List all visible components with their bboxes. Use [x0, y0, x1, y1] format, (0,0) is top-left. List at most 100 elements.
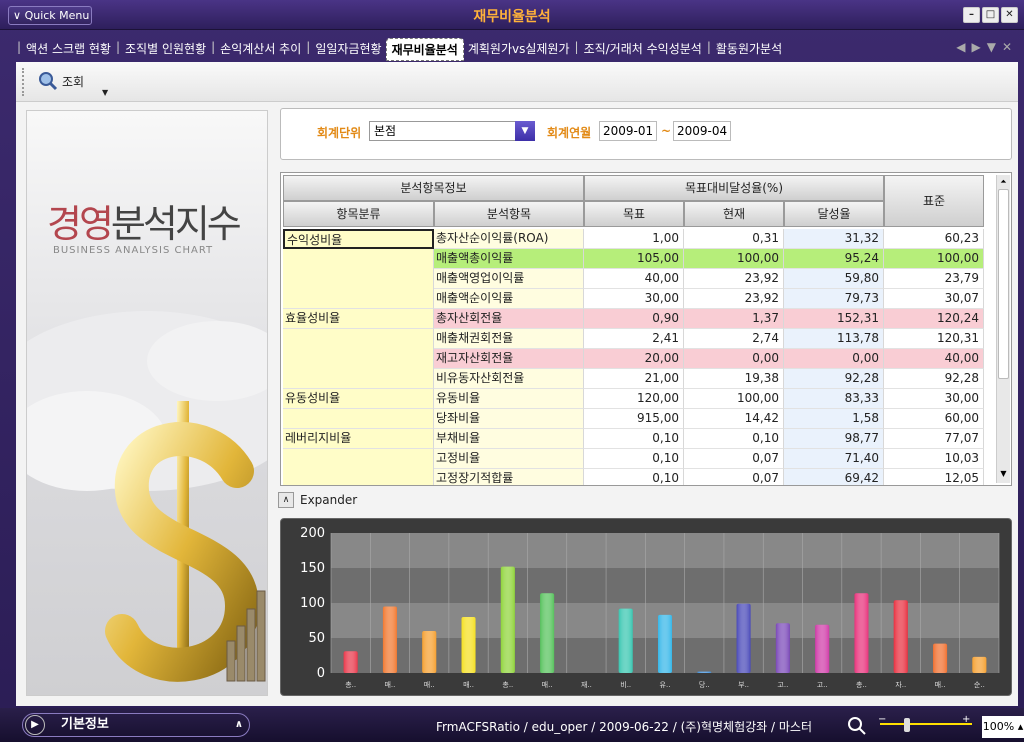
cell-current[interactable]: 2,74: [684, 329, 784, 349]
zoom-percent[interactable]: 100% ▴: [982, 716, 1024, 738]
cell-standard[interactable]: 92,28: [884, 369, 984, 389]
cell-current[interactable]: 23,92: [684, 269, 784, 289]
cell-item[interactable]: 고정장기적합률: [434, 469, 584, 485]
table-row[interactable]: 매출액순이익률 30,00 23,92 79,73 30,07: [283, 289, 984, 309]
period-from-input[interactable]: 2009-01: [599, 121, 657, 141]
cell-item[interactable]: 매출채권회전율: [434, 329, 584, 349]
cell-rate[interactable]: 1,58: [784, 409, 884, 429]
scroll-thumb[interactable]: [998, 189, 1009, 379]
header-item[interactable]: 분석항목: [434, 201, 584, 227]
tab-next-icon[interactable]: ▶: [971, 40, 980, 54]
cell-category[interactable]: [283, 329, 434, 349]
cell-target[interactable]: 105,00: [584, 249, 684, 269]
toolbar-dropdown-icon[interactable]: ▼: [102, 88, 108, 97]
chevron-up-icon[interactable]: ∧: [278, 492, 294, 508]
basic-info-button[interactable]: ▶ 기본정보 ∧: [22, 713, 250, 737]
table-row[interactable]: 비유동자산회전율 21,00 19,38 92,28 92,28: [283, 369, 984, 389]
cell-rate[interactable]: 59,80: [784, 269, 884, 289]
cell-item[interactable]: 부채비율: [434, 429, 584, 449]
cell-category[interactable]: [283, 349, 434, 369]
cell-current[interactable]: 0,07: [684, 449, 784, 469]
cell-standard[interactable]: 100,00: [884, 249, 984, 269]
close-button[interactable]: ✕: [1001, 7, 1018, 23]
cell-target[interactable]: 0,10: [584, 449, 684, 469]
cell-current[interactable]: 14,42: [684, 409, 784, 429]
table-row[interactable]: 당좌비율 915,00 14,42 1,58 60,00: [283, 409, 984, 429]
tab-5[interactable]: 계획원가vs실제원가: [464, 40, 574, 61]
table-row[interactable]: 매출채권회전율 2,41 2,74 113,78 120,31: [283, 329, 984, 349]
cell-category[interactable]: 레버리지비율: [283, 429, 434, 449]
cell-rate[interactable]: 79,73: [784, 289, 884, 309]
tab-1[interactable]: 조직별 인원현황: [121, 40, 210, 61]
cell-current[interactable]: 1,37: [684, 309, 784, 329]
cell-rate[interactable]: 31,32: [784, 229, 884, 249]
cell-item[interactable]: 매출액순이익률: [434, 289, 584, 309]
scroll-top-icon[interactable]: ⏶: [998, 177, 1009, 189]
cell-item[interactable]: 총자산회전율: [434, 309, 584, 329]
cell-rate[interactable]: 0,00: [784, 349, 884, 369]
tab-close-icon[interactable]: ✕: [1002, 40, 1012, 54]
header-rate[interactable]: 달성율: [784, 201, 884, 227]
tab-prev-icon[interactable]: ◀: [956, 40, 965, 54]
expander[interactable]: ∧ Expander: [278, 492, 357, 508]
cell-rate[interactable]: 98,77: [784, 429, 884, 449]
grid-scrollbar[interactable]: ⏶ ▼: [996, 175, 1010, 483]
cell-target[interactable]: 2,41: [584, 329, 684, 349]
cell-rate[interactable]: 95,24: [784, 249, 884, 269]
period-to-input[interactable]: 2009-04: [673, 121, 731, 141]
cell-category[interactable]: 유동성비율: [283, 389, 434, 409]
cell-rate[interactable]: 92,28: [784, 369, 884, 389]
cell-target[interactable]: 20,00: [584, 349, 684, 369]
header-target[interactable]: 목표: [584, 201, 684, 227]
cell-target[interactable]: 0,10: [584, 469, 684, 485]
cell-standard[interactable]: 30,00: [884, 389, 984, 409]
cell-standard[interactable]: 23,79: [884, 269, 984, 289]
minimize-button[interactable]: –: [963, 7, 980, 23]
cell-standard[interactable]: 77,07: [884, 429, 984, 449]
cell-current[interactable]: 100,00: [684, 389, 784, 409]
unit-select[interactable]: 본점 ▼: [369, 121, 535, 141]
scroll-down-icon[interactable]: ▼: [998, 469, 1009, 481]
cell-current[interactable]: 23,92: [684, 289, 784, 309]
tab-4[interactable]: 재무비율분석: [385, 38, 464, 61]
tab-2[interactable]: 손익계산서 추이: [216, 40, 305, 61]
chevron-up-icon[interactable]: ∧: [235, 714, 243, 736]
cell-standard[interactable]: 30,07: [884, 289, 984, 309]
cell-standard[interactable]: 120,24: [884, 309, 984, 329]
play-icon[interactable]: ▶: [25, 715, 45, 735]
cell-rate[interactable]: 71,40: [784, 449, 884, 469]
tab-6[interactable]: 조직/거래처 수익성분석: [580, 40, 706, 61]
cell-target[interactable]: 0,90: [584, 309, 684, 329]
cell-target[interactable]: 915,00: [584, 409, 684, 429]
cell-standard[interactable]: 12,05: [884, 469, 984, 485]
cell-current[interactable]: 100,00: [684, 249, 784, 269]
cell-target[interactable]: 40,00: [584, 269, 684, 289]
table-row[interactable]: 매출액총이익률 105,00 100,00 95,24 100,00: [283, 249, 984, 269]
tab-7[interactable]: 활동원가분석: [712, 40, 786, 61]
cell-item[interactable]: 매출액영업이익률: [434, 269, 584, 289]
cell-rate[interactable]: 113,78: [784, 329, 884, 349]
cell-item[interactable]: 재고자산회전율: [434, 349, 584, 369]
cell-target[interactable]: 21,00: [584, 369, 684, 389]
cell-standard[interactable]: 60,23: [884, 229, 984, 249]
cell-item[interactable]: 비유동자산회전율: [434, 369, 584, 389]
cell-current[interactable]: 0,10: [684, 429, 784, 449]
table-row[interactable]: 레버리지비율 부채비율 0,10 0,10 98,77 77,07: [283, 429, 984, 449]
cell-target[interactable]: 0,10: [584, 429, 684, 449]
cell-standard[interactable]: 60,00: [884, 409, 984, 429]
cell-category[interactable]: [283, 369, 434, 389]
cell-target[interactable]: 1,00: [584, 229, 684, 249]
cell-item[interactable]: 총자산순이익률(ROA): [434, 229, 584, 249]
cell-item[interactable]: 매출액총이익률: [434, 249, 584, 269]
cell-item[interactable]: 유동비율: [434, 389, 584, 409]
header-category[interactable]: 항목분류: [283, 201, 434, 227]
table-row[interactable]: 유동성비율 유동비율 120,00 100,00 83,33 30,00: [283, 389, 984, 409]
cell-target[interactable]: 120,00: [584, 389, 684, 409]
cell-current[interactable]: 0,07: [684, 469, 784, 485]
table-row[interactable]: 매출액영업이익률 40,00 23,92 59,80 23,79: [283, 269, 984, 289]
cell-category[interactable]: [283, 409, 434, 429]
cell-standard[interactable]: 10,03: [884, 449, 984, 469]
table-row[interactable]: 고정비율 0,10 0,07 71,40 10,03: [283, 449, 984, 469]
cell-category[interactable]: 수익성비율: [283, 229, 434, 249]
header-standard[interactable]: 표준: [884, 175, 984, 227]
